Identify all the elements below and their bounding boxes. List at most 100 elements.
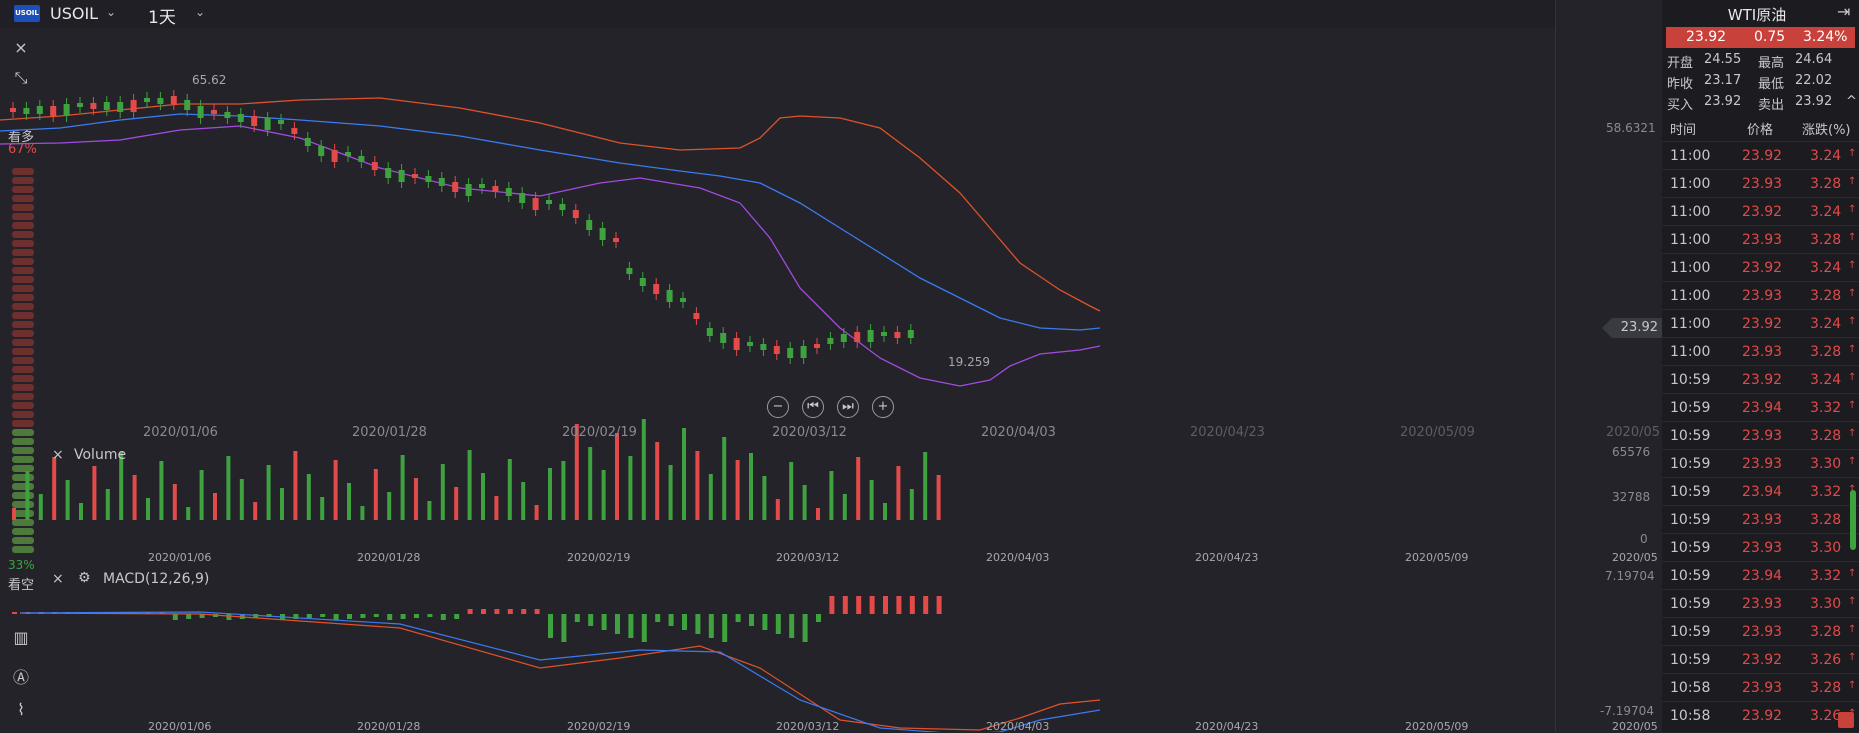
candle-body: [211, 110, 217, 114]
date-label: 2020/01/28: [352, 425, 427, 440]
trade-time: 10:59: [1670, 624, 1711, 640]
macd-bar: [641, 614, 647, 642]
collapse-chevron-icon[interactable]: ^: [1846, 94, 1857, 109]
trade-price: 23.94: [1742, 400, 1783, 416]
up-arrow-icon: ↑: [1848, 204, 1857, 215]
chevron-down-icon[interactable]: ⌄: [106, 5, 116, 19]
volume-close-icon[interactable]: ×: [52, 447, 64, 463]
candle-body: [10, 108, 16, 112]
symbol-selector[interactable]: USOIL: [50, 4, 98, 23]
macd-bar: [775, 614, 781, 634]
volume-bar: [132, 475, 137, 520]
macd-settings-icon[interactable]: ⚙: [78, 570, 91, 586]
up-arrow-icon: ↑: [1848, 680, 1857, 691]
date-label: 2020/04/23: [1190, 425, 1265, 440]
corner-icon[interactable]: [1838, 712, 1854, 728]
volume-bar: [440, 464, 445, 520]
up-arrow-icon: ↑: [1848, 400, 1857, 411]
macd-bar: [400, 614, 406, 619]
trade-price: 23.94: [1742, 568, 1783, 584]
macd-bar: [172, 614, 178, 620]
volume-bar: [802, 485, 807, 520]
volume-bar: [494, 496, 499, 520]
candle-body: [264, 118, 271, 130]
trade-change: 3.32: [1810, 484, 1842, 500]
trade-price: 23.93: [1742, 540, 1783, 556]
candle-body: [304, 138, 311, 146]
trade-time: 10:59: [1670, 568, 1711, 584]
period-selector[interactable]: 1天: [148, 3, 176, 28]
col-time: 时间: [1670, 123, 1697, 138]
candle-body: [653, 284, 660, 294]
volume-bar: [534, 505, 539, 520]
macd-bar: [494, 609, 500, 614]
volume-bar: [414, 478, 418, 520]
macd-bar: [306, 614, 312, 618]
scroll-start-button[interactable]: ⏮: [802, 396, 824, 418]
trade-change: 3.28: [1810, 288, 1842, 304]
macd-close-icon[interactable]: ×: [52, 571, 64, 587]
bid-value: 23.92: [1704, 94, 1742, 109]
up-arrow-icon: ↑: [1848, 316, 1857, 327]
trade-change: 3.30: [1810, 456, 1842, 472]
candle-body: [371, 162, 378, 170]
date-label: 2020/05/09: [1405, 720, 1469, 733]
trade-time: 11:00: [1670, 232, 1711, 248]
macd-bar: [856, 596, 862, 614]
candle-body: [519, 193, 526, 203]
zoom-in-button[interactable]: +: [872, 396, 894, 418]
macd-bar: [387, 614, 393, 620]
volume-bar: [521, 482, 526, 520]
candle-body: [425, 176, 432, 182]
macd-bar: [708, 614, 714, 638]
chevron-down-icon[interactable]: ⌄: [195, 5, 205, 19]
volume-bar: [655, 442, 660, 520]
trades-header: 时间 价格 涨跌(%): [1662, 119, 1859, 139]
candle-body: [867, 330, 874, 342]
macd-bar: [12, 612, 17, 614]
price-chart[interactable]: [0, 28, 1555, 732]
candle-body: [492, 186, 499, 192]
volume-bar: [306, 474, 311, 520]
volume-scale-bot: 0: [1640, 532, 1648, 546]
volume-bar: [159, 461, 164, 520]
candle-body: [452, 182, 459, 192]
macd-bar: [574, 614, 580, 622]
up-arrow-icon: ↑: [1848, 232, 1857, 243]
volume-bar: [923, 452, 928, 520]
up-arrow-icon: ↑: [1848, 344, 1857, 355]
candle-body: [613, 238, 619, 242]
trade-row: 11:00 23.93 3.28 ↑: [1662, 225, 1859, 254]
volume-bar: [146, 498, 150, 520]
volume-bar: [588, 447, 593, 520]
volume-bar: [320, 497, 325, 520]
date-label: 2020/05/09: [1400, 425, 1475, 440]
zoom-out-button[interactable]: −: [767, 396, 789, 418]
candle-body: [77, 103, 83, 107]
trade-price: 23.92: [1742, 708, 1783, 724]
volume-bar: [280, 488, 284, 520]
scroll-end-button[interactable]: ⏭: [837, 396, 859, 418]
candle-body: [278, 120, 284, 124]
candle-body: [465, 184, 472, 196]
trade-price: 23.93: [1742, 456, 1783, 472]
trade-change: 3.24: [1810, 204, 1842, 220]
exit-panel-icon[interactable]: ⇥: [1837, 2, 1850, 21]
trade-time: 11:00: [1670, 260, 1711, 276]
macd-bar: [454, 614, 460, 619]
trade-change: 3.24: [1810, 148, 1842, 164]
date-label: 2020/01/06: [143, 425, 218, 440]
trade-change: 3.28: [1810, 344, 1842, 360]
volume-bar: [762, 476, 767, 520]
macd-bar: [668, 614, 674, 626]
scrollbar-thumb[interactable]: [1850, 490, 1856, 550]
trade-change: 3.30: [1810, 540, 1842, 556]
candle-body: [90, 103, 97, 109]
volume-title: Volume: [74, 447, 127, 463]
date-label: 2020/04/03: [986, 551, 1050, 564]
trade-price: 23.93: [1742, 176, 1783, 192]
date-label: 2020/05: [1606, 425, 1661, 440]
macd-bar: [226, 614, 232, 620]
trade-change: 3.30: [1810, 596, 1842, 612]
macd-bar: [789, 614, 795, 638]
